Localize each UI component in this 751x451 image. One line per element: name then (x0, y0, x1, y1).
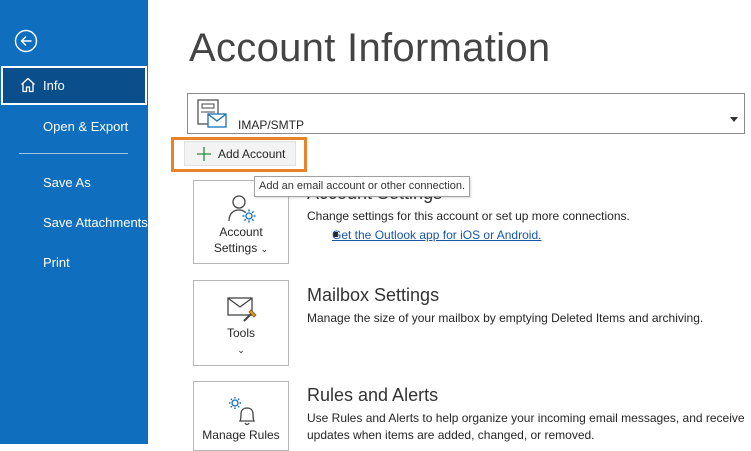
sidebar-item-save-as[interactable]: Save As (43, 175, 91, 190)
manage-rules-tile[interactable]: Manage Rules (193, 381, 289, 451)
mailbox-settings-desc: Manage the size of your mailbox by empty… (307, 311, 704, 325)
home-icon (19, 76, 37, 94)
sidebar-divider (19, 153, 128, 154)
tools-tile-chevron-row: ⌄ (194, 341, 288, 358)
chevron-down-icon: ⌄ (260, 244, 269, 254)
account-settings-desc: Change settings for this account or set … (307, 209, 630, 223)
sidebar-item-open-export[interactable]: Open & Export (43, 119, 128, 134)
plus-icon (196, 146, 212, 162)
rules-alerts-desc-1: Use Rules and Alerts to help organize yo… (307, 411, 745, 425)
manage-rules-label: Manage Rules (202, 428, 280, 442)
rules-alerts-title: Rules and Alerts (307, 385, 439, 405)
tools-tile[interactable]: Tools ⌄ (193, 280, 289, 366)
rules-alerts-desc-2: updates when items are added, changed, o… (307, 428, 595, 442)
chevron-down-icon (730, 110, 738, 122)
tools-mailbox-icon (226, 293, 258, 325)
tools-tile-label: Tools (226, 326, 255, 340)
mailbox-settings-title: Mailbox Settings (307, 285, 440, 305)
add-account-button[interactable]: Add Account (184, 141, 296, 166)
outlook-app-link[interactable]: Get the Outlook app for iOS or Android. (332, 228, 541, 242)
rules-bell-icon (226, 394, 258, 426)
backstage-sidebar: Info Open & Export Save As Save Attachme… (0, 0, 148, 444)
account-dropdown[interactable]: IMAP/SMTP (187, 93, 745, 134)
mail-account-icon (196, 98, 228, 130)
page-title: Account Information (189, 26, 551, 70)
back-arrow-icon[interactable] (14, 29, 38, 53)
account-tile-label-1: Account (219, 225, 263, 239)
sidebar-item-info[interactable]: Info (1, 66, 147, 105)
account-tile-label-2-row: Settings ⌄ (194, 240, 288, 257)
sidebar-item-label: Info (43, 78, 65, 93)
account-settings-icon (226, 193, 258, 225)
sidebar-item-save-attachments[interactable]: Save Attachments (43, 215, 148, 230)
account-name: IMAP/SMTP (238, 118, 305, 132)
account-tile-label-2: Settings (213, 241, 258, 255)
add-account-label: Add Account (218, 147, 286, 161)
chevron-down-icon: ⌄ (237, 345, 245, 355)
add-account-tooltip: Add an email account or other connection… (254, 176, 471, 197)
sidebar-item-print[interactable]: Print (43, 255, 70, 270)
